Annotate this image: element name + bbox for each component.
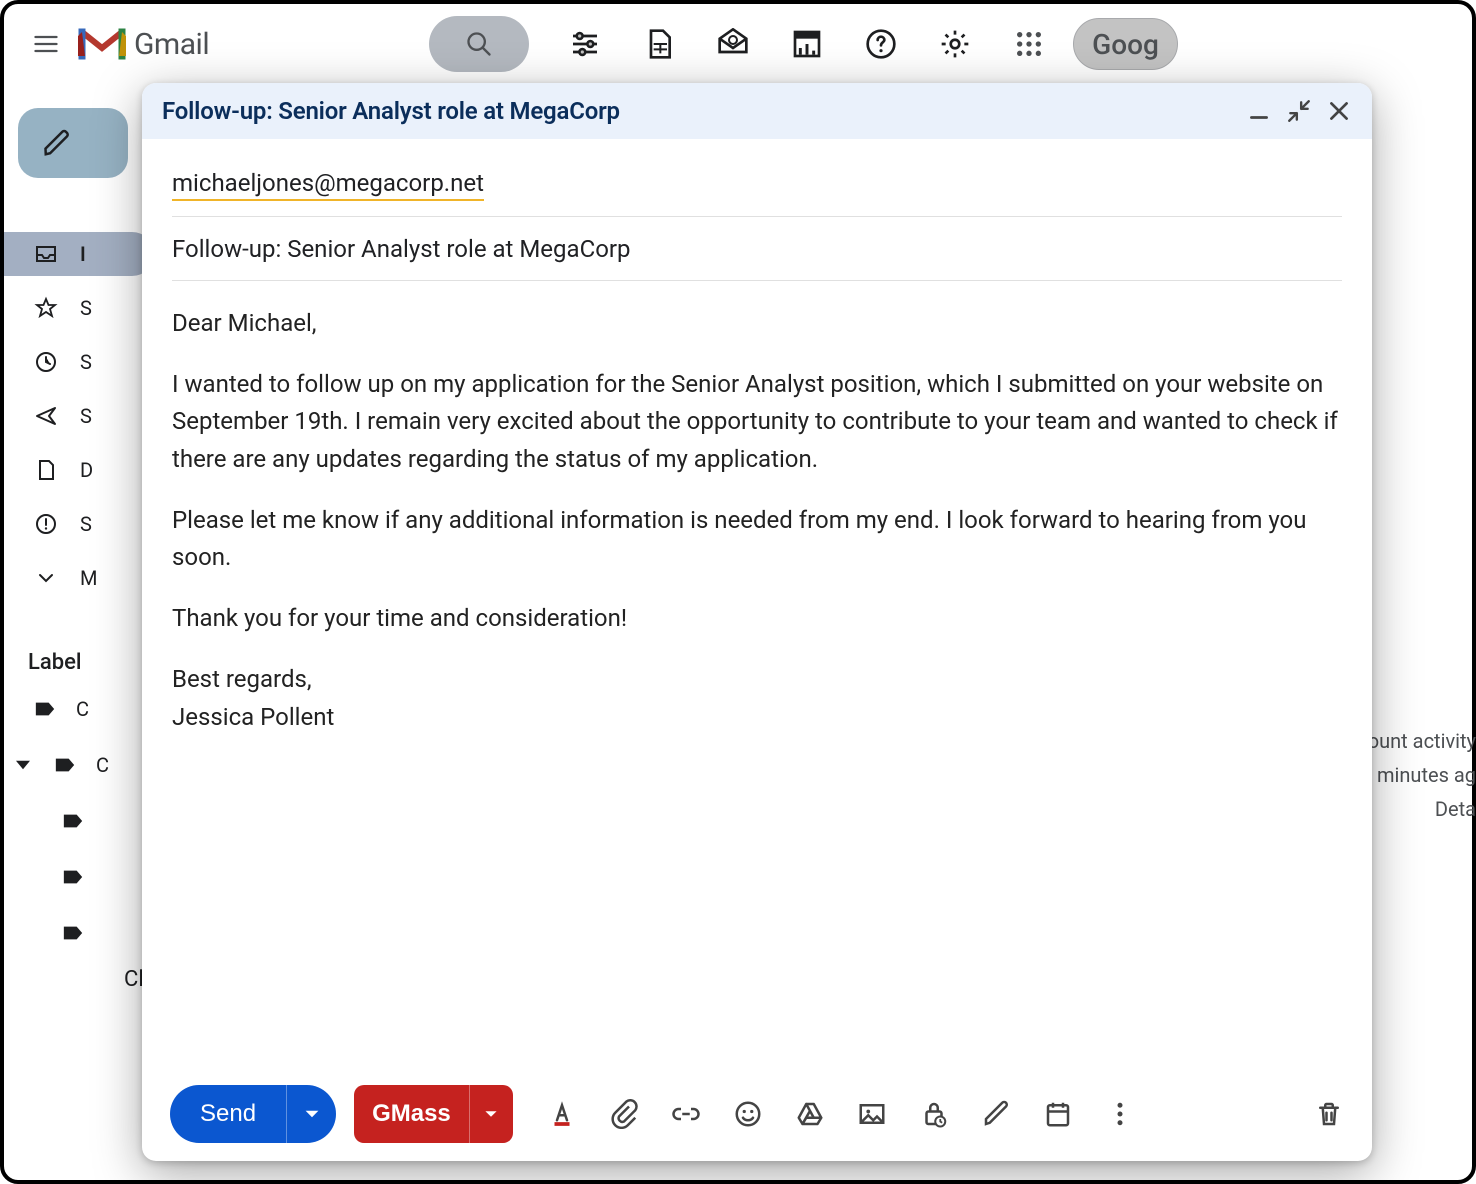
caret-down-icon <box>304 1106 320 1122</box>
compose-dialog: Follow-up: Senior Analyst role at MegaCo… <box>142 83 1372 1161</box>
inbox-icon <box>34 242 58 266</box>
label-item-5[interactable] <box>4 911 84 955</box>
link-button[interactable] <box>671 1099 701 1129</box>
clock-icon <box>34 350 58 374</box>
help-icon[interactable] <box>865 28 897 60</box>
apps-icon[interactable] <box>1013 28 1045 60</box>
minimize-icon <box>1246 98 1272 124</box>
label-item-1[interactable]: C <box>4 687 89 731</box>
confidential-button[interactable] <box>919 1099 949 1129</box>
sidebar: I S S S D S M Label C C Clicks 48 <box>4 84 154 1180</box>
link-icon <box>671 1099 701 1129</box>
drive-icon <box>795 1099 825 1129</box>
nav-starred[interactable]: S <box>4 286 154 330</box>
search-icon <box>465 30 493 58</box>
search-button[interactable] <box>429 16 529 72</box>
label-icon <box>54 756 76 774</box>
emoji-icon <box>733 1099 763 1129</box>
drive-button[interactable] <box>795 1099 825 1129</box>
chevron-down-icon <box>34 566 58 590</box>
account-pill[interactable]: Goog <box>1073 18 1178 70</box>
send-icon <box>34 404 58 428</box>
image-icon <box>857 1099 887 1129</box>
report-icon[interactable] <box>791 28 823 60</box>
sheet-icon[interactable] <box>643 28 675 60</box>
paperclip-icon <box>609 1099 639 1129</box>
caret-icon <box>16 758 30 772</box>
compose-toolbar <box>547 1099 1135 1129</box>
lock-clock-icon <box>919 1099 949 1129</box>
nav-sent[interactable]: S <box>4 394 154 438</box>
emoji-button[interactable] <box>733 1099 763 1129</box>
labels-header: Label <box>4 650 82 675</box>
image-button[interactable] <box>857 1099 887 1129</box>
file-icon <box>34 458 58 482</box>
shrink-icon <box>1286 98 1312 124</box>
pencil-icon <box>42 128 72 158</box>
account-activity: ount activity minutes ag Deta <box>1368 724 1476 826</box>
compose-button[interactable] <box>18 108 128 178</box>
recipient-chip[interactable]: michaeljones@megacorp.net <box>172 169 484 201</box>
body-signature: Jessica Pollent <box>172 699 1342 736</box>
gmass-button[interactable]: GMass <box>354 1085 469 1143</box>
tune-icon[interactable] <box>569 28 601 60</box>
formatting-button[interactable] <box>547 1099 577 1129</box>
close-icon <box>1326 98 1352 124</box>
more-vert-icon <box>1105 1099 1135 1129</box>
caret-down-icon <box>484 1107 498 1121</box>
topbar: Gmail Goog <box>4 4 1472 84</box>
subject-value: Follow-up: Senior Analyst role at MegaCo… <box>172 235 630 263</box>
minimize-button[interactable] <box>1246 98 1272 124</box>
to-field[interactable]: michaeljones@megacorp.net <box>172 153 1342 217</box>
send-button-group: Send <box>170 1085 336 1143</box>
gmail-logo[interactable]: Gmail <box>78 26 209 62</box>
compose-header[interactable]: Follow-up: Senior Analyst role at MegaCo… <box>142 83 1372 139</box>
signature-button[interactable] <box>981 1099 1011 1129</box>
hamburger-icon <box>32 30 60 58</box>
label-icon <box>62 812 84 830</box>
label-item-4[interactable] <box>4 855 84 899</box>
attach-button[interactable] <box>609 1099 639 1129</box>
body-closing: Best regards, <box>172 661 1342 698</box>
pen-icon <box>981 1099 1011 1129</box>
nav-spam[interactable]: S <box>4 502 154 546</box>
close-button[interactable] <box>1326 98 1352 124</box>
gmass-options-button[interactable] <box>469 1085 513 1143</box>
gmass-button-group: GMass <box>354 1085 513 1143</box>
body-greeting: Dear Michael, <box>172 305 1342 342</box>
star-icon <box>34 296 58 320</box>
exit-fullscreen-button[interactable] <box>1286 98 1312 124</box>
label-icon <box>34 700 56 718</box>
message-body[interactable]: Dear Michael, I wanted to follow up on m… <box>172 281 1342 736</box>
body-p1: I wanted to follow up on my application … <box>172 366 1342 478</box>
label-icon <box>62 868 84 886</box>
main-menu-button[interactable] <box>22 20 70 68</box>
nav-inbox[interactable]: I <box>4 232 154 276</box>
label-item-2[interactable]: C <box>4 743 109 787</box>
subject-field[interactable]: Follow-up: Senior Analyst role at MegaCo… <box>172 217 1342 281</box>
alert-icon <box>34 512 58 536</box>
nav-more[interactable]: M <box>4 556 154 600</box>
gmail-wordmark: Gmail <box>134 27 209 62</box>
trash-icon <box>1314 1099 1344 1129</box>
settings-icon[interactable] <box>939 28 971 60</box>
more-options-button[interactable] <box>1105 1099 1135 1129</box>
compose-footer: Send GMass <box>142 1067 1372 1161</box>
label-item-3[interactable] <box>4 799 84 843</box>
text-format-icon <box>547 1099 577 1129</box>
send-options-button[interactable] <box>286 1085 336 1143</box>
compose-title: Follow-up: Senior Analyst role at MegaCo… <box>162 97 1232 125</box>
label-icon <box>62 924 84 942</box>
schedule-button[interactable] <box>1043 1099 1073 1129</box>
send-button[interactable]: Send <box>170 1085 286 1143</box>
envelope-at-icon[interactable] <box>717 28 749 60</box>
nav-drafts[interactable]: D <box>4 448 154 492</box>
top-icons <box>569 28 1045 60</box>
gmail-glyph-icon <box>78 26 126 62</box>
nav-snoozed[interactable]: S <box>4 340 154 384</box>
discard-button[interactable] <box>1314 1099 1344 1129</box>
calendar-icon <box>1043 1099 1073 1129</box>
body-p3: Thank you for your time and consideratio… <box>172 600 1342 637</box>
body-p2: Please let me know if any additional inf… <box>172 502 1342 576</box>
